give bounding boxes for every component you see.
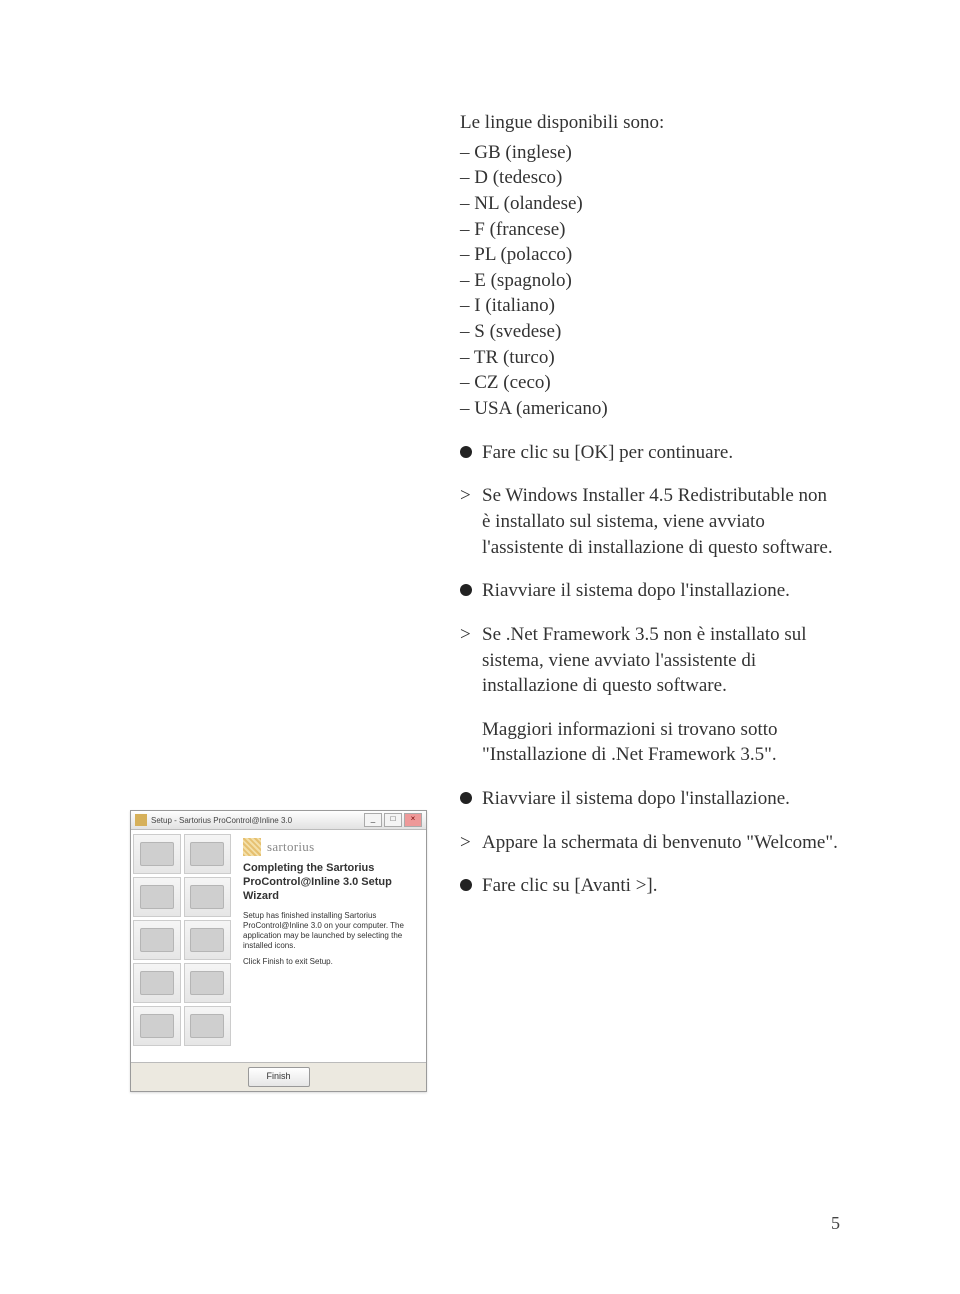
step-text: Riavviare il sistema dopo l'installazion…	[482, 786, 790, 812]
app-icon	[135, 814, 147, 826]
finish-button[interactable]: Finish	[248, 1067, 310, 1087]
step-bullet: Riavviare il sistema dopo l'installazion…	[460, 578, 840, 604]
device-icon	[190, 842, 224, 867]
lang-item: F (francese)	[460, 217, 840, 243]
wizard-body-text: Setup has finished installing Sartorius …	[243, 911, 416, 951]
wizard-heading: Completing the Sartorius ProControl@Inli…	[243, 862, 416, 903]
bullet-dot-icon	[460, 584, 472, 596]
result-text: Se Windows Installer 4.5 Redistributable…	[482, 483, 840, 560]
greater-than-icon: >	[460, 622, 472, 699]
device-thumb	[133, 963, 181, 1003]
document-text-column: Le lingue disponibili sono: GB (inglese)…	[460, 110, 840, 917]
wizard-body-text: Click Finish to exit Setup.	[243, 957, 416, 967]
device-thumb	[184, 834, 232, 874]
device-icon	[140, 1014, 174, 1039]
wizard-button-bar: Finish	[131, 1062, 426, 1091]
step-text: Riavviare il sistema dopo l'installazion…	[482, 578, 790, 604]
info-paragraph: Maggiori informazioni si trovano sotto "…	[460, 717, 840, 768]
device-icon	[190, 928, 224, 953]
close-button[interactable]: ×	[404, 813, 422, 827]
device-thumb	[133, 834, 181, 874]
device-thumb	[133, 1006, 181, 1046]
greater-than-icon: >	[460, 483, 472, 560]
step-bullet: Fare clic su [OK] per continuare.	[460, 440, 840, 466]
device-thumb	[184, 920, 232, 960]
device-icon	[190, 971, 224, 996]
brand-row: sartorius	[243, 838, 416, 856]
result-note: > Se Windows Installer 4.5 Redistributab…	[460, 483, 840, 560]
device-icon	[140, 971, 174, 996]
lang-item: S (svedese)	[460, 319, 840, 345]
window-titlebar: Setup - Sartorius ProControl@Inline 3.0 …	[131, 811, 426, 830]
wizard-side-images	[131, 830, 233, 1062]
lang-item: E (spagnolo)	[460, 268, 840, 294]
step-bullet: Riavviare il sistema dopo l'installazion…	[460, 786, 840, 812]
brand-logo-icon	[243, 838, 261, 856]
step-text: Fare clic su [OK] per continuare.	[482, 440, 733, 466]
bullet-dot-icon	[460, 446, 472, 458]
device-icon	[140, 842, 174, 867]
bullet-dot-icon	[460, 879, 472, 891]
lang-item: PL (polacco)	[460, 242, 840, 268]
lang-item: GB (inglese)	[460, 140, 840, 166]
brand-name: sartorius	[267, 839, 314, 855]
setup-wizard-window: Setup - Sartorius ProControl@Inline 3.0 …	[130, 810, 427, 1092]
device-thumb	[133, 920, 181, 960]
device-icon	[190, 885, 224, 910]
device-icon	[140, 885, 174, 910]
window-title: Setup - Sartorius ProControl@Inline 3.0	[151, 816, 364, 825]
language-list: GB (inglese) D (tedesco) NL (olandese) F…	[460, 140, 840, 422]
languages-intro: Le lingue disponibili sono:	[460, 110, 840, 136]
result-note: > Se .Net Framework 3.5 non è installato…	[460, 622, 840, 699]
device-thumb	[184, 1006, 232, 1046]
step-bullet: Fare clic su [Avanti >].	[460, 873, 840, 899]
window-buttons: _ □ ×	[364, 813, 422, 827]
lang-item: D (tedesco)	[460, 165, 840, 191]
lang-item: TR (turco)	[460, 345, 840, 371]
device-icon	[190, 1014, 224, 1039]
lang-item: I (italiano)	[460, 293, 840, 319]
lang-item: NL (olandese)	[460, 191, 840, 217]
greater-than-icon: >	[460, 830, 472, 856]
device-thumb	[184, 963, 232, 1003]
device-icon	[140, 928, 174, 953]
result-text: Se .Net Framework 3.5 non è installato s…	[482, 622, 840, 699]
wizard-main-pane: sartorius Completing the Sartorius ProCo…	[233, 830, 426, 1062]
lang-item: USA (americano)	[460, 396, 840, 422]
minimize-button[interactable]: _	[364, 813, 382, 827]
step-text: Fare clic su [Avanti >].	[482, 873, 658, 899]
page-number: 5	[831, 1213, 840, 1234]
wizard-client-area: sartorius Completing the Sartorius ProCo…	[131, 830, 426, 1062]
result-text: Appare la schermata di benvenuto "Welcom…	[482, 830, 838, 856]
bullet-dot-icon	[460, 792, 472, 804]
lang-item: CZ (ceco)	[460, 370, 840, 396]
device-thumb	[184, 877, 232, 917]
device-thumb	[133, 877, 181, 917]
maximize-button[interactable]: □	[384, 813, 402, 827]
result-note: > Appare la schermata di benvenuto "Welc…	[460, 830, 840, 856]
